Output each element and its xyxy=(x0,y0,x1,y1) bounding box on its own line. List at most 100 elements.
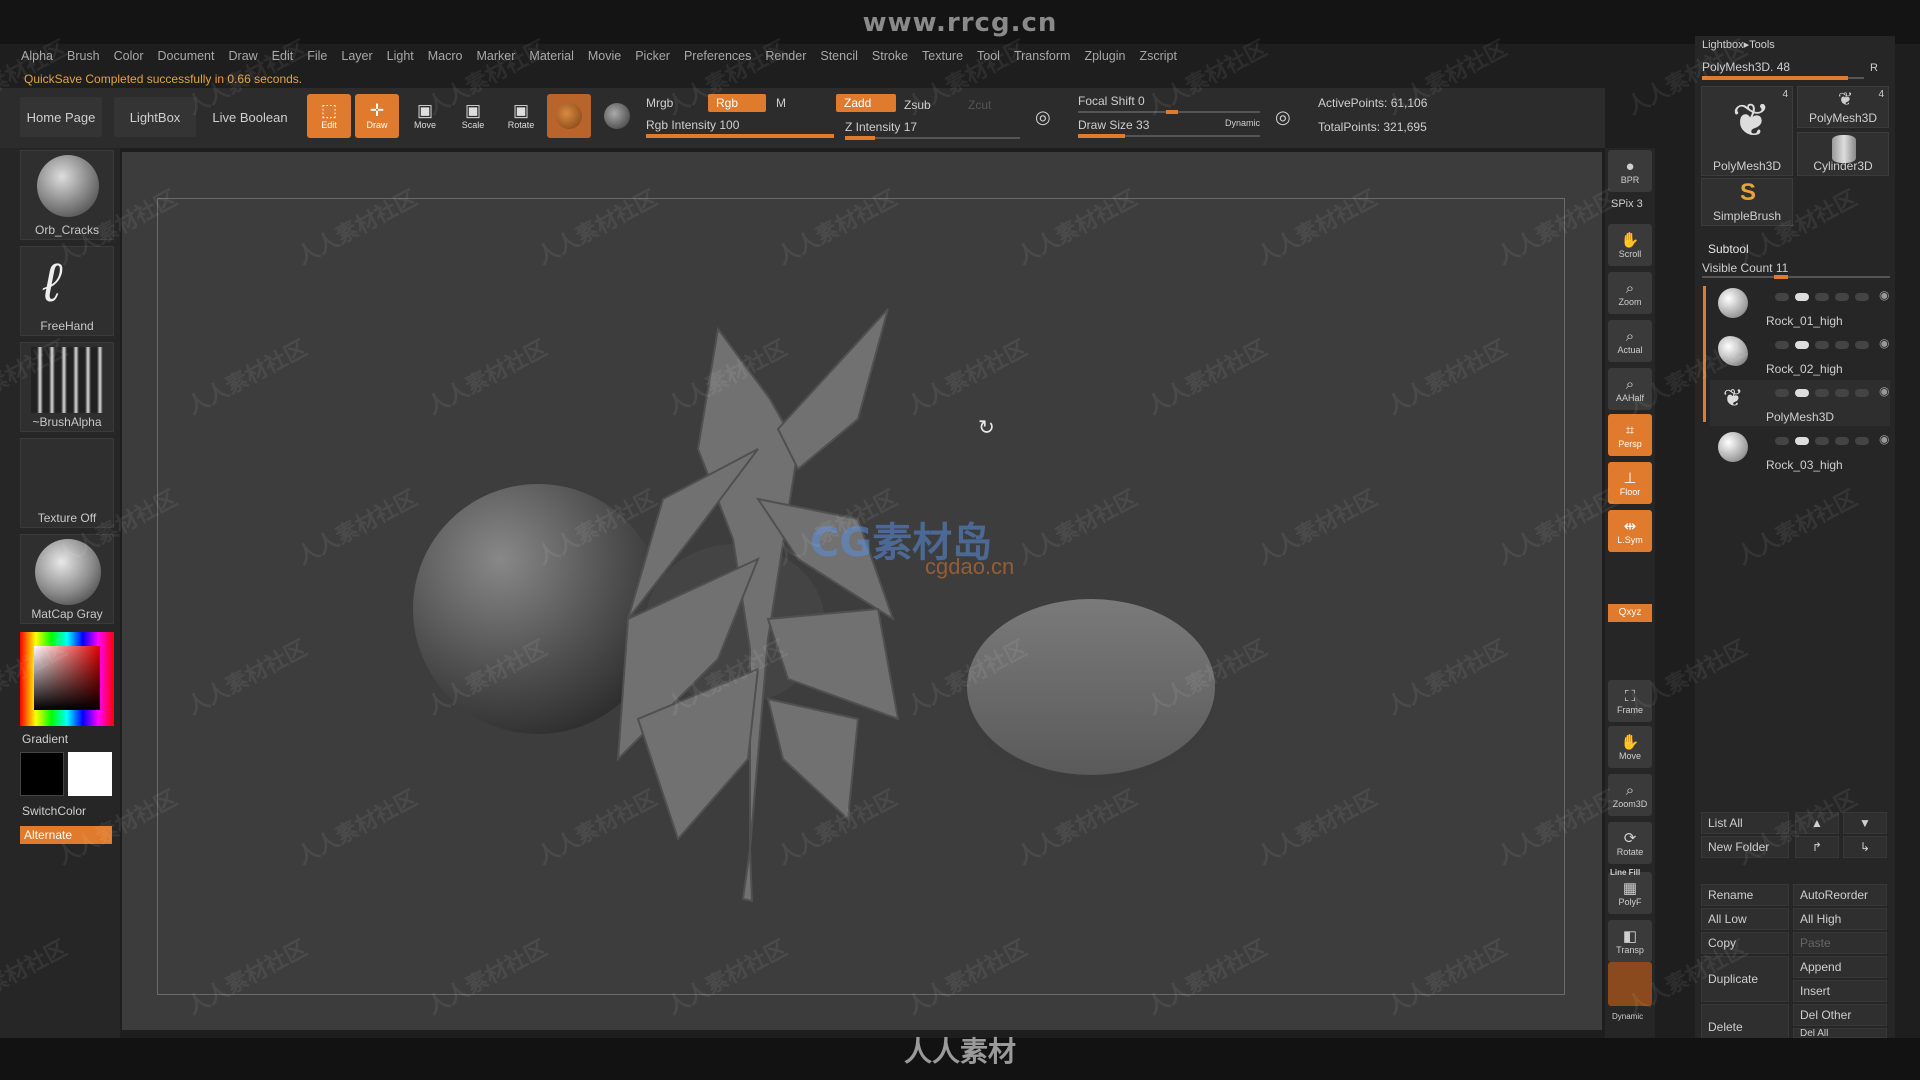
subtool-toggle[interactable] xyxy=(1795,341,1809,349)
symmetry-d-icon[interactable]: ◎ xyxy=(1275,107,1291,128)
alpha-thumbnail[interactable]: ~BrushAlpha xyxy=(20,342,114,432)
subtool-toggle[interactable] xyxy=(1795,389,1809,397)
move-button[interactable]: ▣ Move xyxy=(403,94,447,138)
menu-item-picker[interactable]: Picker xyxy=(628,48,677,64)
draw-button[interactable]: ✛ Draw xyxy=(355,94,399,138)
symmetry-s-icon[interactable]: ◎ xyxy=(1035,107,1051,128)
subtool-toggle[interactable] xyxy=(1815,437,1829,445)
menu-item-material[interactable]: Material xyxy=(522,48,580,64)
subtool-toggles[interactable]: ◉ xyxy=(1775,336,1889,350)
duplicate-button[interactable]: Duplicate xyxy=(1701,956,1789,1002)
menu-item-movie[interactable]: Movie xyxy=(581,48,628,64)
menu-item-layer[interactable]: Layer xyxy=(334,48,379,64)
subtool-toggle[interactable] xyxy=(1855,341,1869,349)
rotate-button[interactable]: ⟳ Rotate xyxy=(1608,822,1652,864)
insert-button[interactable]: Insert xyxy=(1793,980,1887,1002)
copy-button[interactable]: Copy xyxy=(1701,932,1789,954)
rgb-toggle[interactable]: Rgb xyxy=(708,94,766,112)
scale-button[interactable]: ▣ Scale xyxy=(451,94,495,138)
dynamic-button[interactable] xyxy=(1608,962,1652,1006)
new-folder-button[interactable]: New Folder xyxy=(1701,836,1789,858)
subtool-toggle[interactable] xyxy=(1775,341,1789,349)
move-down-button[interactable]: ▼ xyxy=(1843,812,1887,834)
subtool-toggle[interactable] xyxy=(1775,437,1789,445)
draw-size-slider[interactable] xyxy=(1078,134,1260,138)
subtool-toggles[interactable]: ◉ xyxy=(1775,432,1889,446)
subtool-toggle[interactable] xyxy=(1795,437,1809,445)
floor-button[interactable]: ⊥ Floor xyxy=(1608,462,1652,504)
color-ball-button[interactable] xyxy=(595,94,639,138)
all-low-button[interactable]: All Low xyxy=(1701,908,1789,930)
switch-color-button[interactable]: SwitchColor xyxy=(22,804,86,818)
bpr-button[interactable]: ● BPR xyxy=(1608,150,1652,192)
rotate-button[interactable]: ▣ Rotate xyxy=(499,94,543,138)
move-button[interactable]: ✋ Move xyxy=(1608,726,1652,768)
rgb-intensity-slider[interactable] xyxy=(646,134,834,138)
menu-item-alpha[interactable]: Alpha xyxy=(14,48,60,64)
edit-button[interactable]: ⬚ Edit xyxy=(307,94,351,138)
subtool-row[interactable]: ◉ Rock_02_high xyxy=(1710,332,1890,378)
material-swatch-button[interactable] xyxy=(547,94,591,138)
r-button[interactable]: R xyxy=(1870,62,1878,74)
live-boolean-tab[interactable]: Live Boolean xyxy=(208,97,292,137)
append-button[interactable]: Append xyxy=(1793,956,1887,978)
menu-item-file[interactable]: File xyxy=(300,48,334,64)
menu-item-stencil[interactable]: Stencil xyxy=(813,48,865,64)
dynamic-toggle[interactable]: Dynamic xyxy=(1225,118,1260,128)
subtool-toggle[interactable] xyxy=(1855,437,1869,445)
menu-item-color[interactable]: Color xyxy=(107,48,151,64)
all-high-button[interactable]: All High xyxy=(1793,908,1887,930)
folder-up-button[interactable]: ↱ xyxy=(1795,836,1839,858)
visible-count-slider[interactable] xyxy=(1702,275,1890,279)
tool-tile-cylinder3d[interactable]: Cylinder3D xyxy=(1797,132,1889,176)
zadd-toggle[interactable]: Zadd xyxy=(836,94,896,112)
menu-item-zplugin[interactable]: Zplugin xyxy=(1077,48,1132,64)
alternate-button[interactable]: Alternate xyxy=(20,826,112,844)
subtool-row-selected[interactable]: ❦ ◉ PolyMesh3D xyxy=(1710,380,1890,426)
subtool-row[interactable]: ◉ Rock_03_high xyxy=(1710,428,1890,474)
menu-item-brush[interactable]: Brush xyxy=(60,48,107,64)
subtool-toggles[interactable]: ◉ xyxy=(1775,288,1889,302)
menu-item-zscript[interactable]: Zscript xyxy=(1132,48,1184,64)
z-intensity-slider[interactable] xyxy=(845,136,1020,140)
brush-thumbnail[interactable]: Orb_Cracks xyxy=(20,150,114,240)
m-toggle[interactable]: M xyxy=(776,96,786,110)
zoom3d-button[interactable]: ⌕ Zoom3D xyxy=(1608,774,1652,816)
lightbox-tab[interactable]: LightBox xyxy=(114,97,196,137)
menu-item-preferences[interactable]: Preferences xyxy=(677,48,758,64)
eye-icon[interactable]: ◉ xyxy=(1879,288,1889,302)
l-sym-button[interactable]: ⇹ L.Sym xyxy=(1608,510,1652,552)
texture-thumbnail[interactable]: Texture Off xyxy=(20,438,114,528)
list-all-button[interactable]: List All xyxy=(1701,812,1789,834)
scroll-button[interactable]: ✋ Scroll xyxy=(1608,224,1652,266)
tool-tile-polymesh3d-1[interactable]: 4 ❦ PolyMesh3D xyxy=(1701,86,1793,176)
move-up-button[interactable]: ▲ xyxy=(1795,812,1839,834)
secondary-color-swatch[interactable] xyxy=(20,752,64,796)
spix-label[interactable]: SPix 3 xyxy=(1611,198,1643,210)
tool-count-slider[interactable] xyxy=(1702,76,1864,80)
tool-tile-simplebrush[interactable]: S SimpleBrush xyxy=(1701,178,1793,226)
zcut-toggle[interactable]: Zcut xyxy=(968,98,991,112)
menu-item-edit[interactable]: Edit xyxy=(265,48,301,64)
menu-item-tool[interactable]: Tool xyxy=(970,48,1007,64)
subtool-toggle[interactable] xyxy=(1835,293,1849,301)
subtool-toggle[interactable] xyxy=(1835,341,1849,349)
subtool-title[interactable]: Subtool xyxy=(1708,242,1749,256)
material-thumbnail[interactable]: MatCap Gray xyxy=(20,534,114,624)
persp-button[interactable]: ⌗ Persp xyxy=(1608,414,1652,456)
xyz-toggle[interactable]: Qxyz xyxy=(1608,604,1652,622)
rename-button[interactable]: Rename xyxy=(1701,884,1789,906)
color-picker[interactable] xyxy=(20,632,114,726)
menu-item-macro[interactable]: Macro xyxy=(421,48,470,64)
subtool-toggle[interactable] xyxy=(1855,389,1869,397)
frame-button[interactable]: ⛶ Frame xyxy=(1608,680,1652,722)
menu-item-stroke[interactable]: Stroke xyxy=(865,48,915,64)
auto-reorder-button[interactable]: AutoReorder xyxy=(1793,884,1887,906)
subtool-toggle[interactable] xyxy=(1775,389,1789,397)
subtool-toggle[interactable] xyxy=(1855,293,1869,301)
del-other-button[interactable]: Del Other xyxy=(1793,1004,1887,1026)
transp-button[interactable]: ◧ Transp xyxy=(1608,920,1652,962)
document-canvas[interactable]: ↻ xyxy=(157,198,1565,995)
actual-button[interactable]: ⌕ Actual xyxy=(1608,320,1652,362)
subtool-toggle[interactable] xyxy=(1835,389,1849,397)
